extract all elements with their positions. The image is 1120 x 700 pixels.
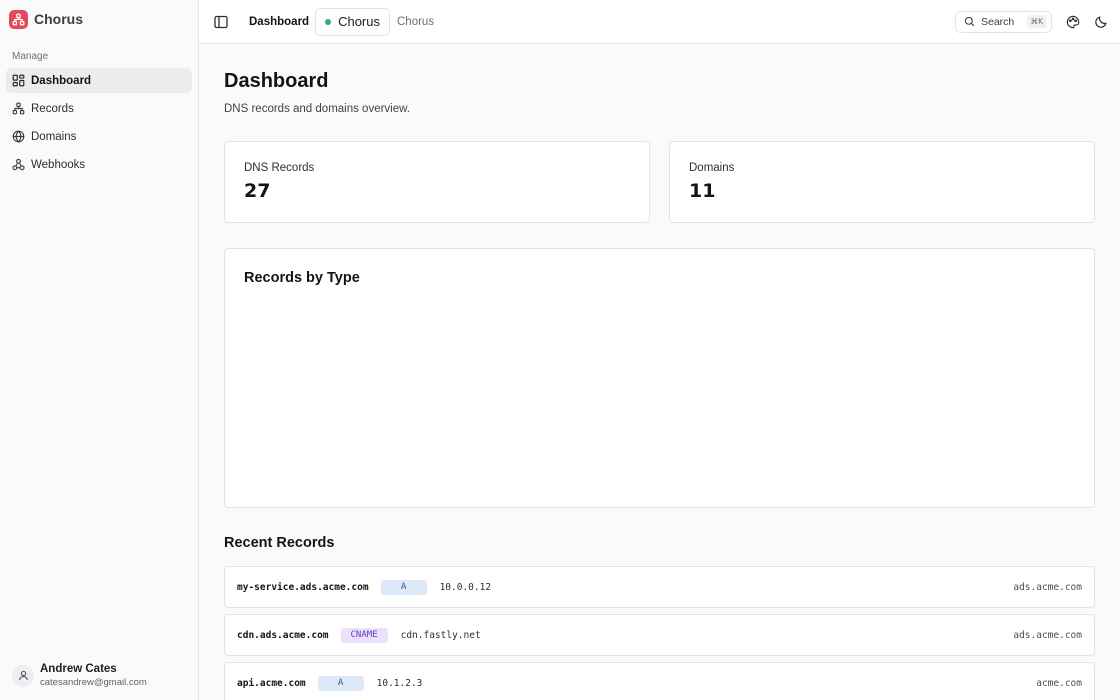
sidebar-item-records[interactable]: Records	[6, 96, 192, 121]
palette-icon[interactable]	[1066, 15, 1080, 29]
record-domain: ads.acme.com	[1013, 629, 1082, 641]
breadcrumb-project[interactable]: Chorus	[397, 16, 434, 28]
sidebar-toggle-icon[interactable]	[213, 14, 229, 30]
page-subtitle: DNS records and domains overview.	[224, 103, 410, 115]
app-shell: Chorus Manage Dashboard Records Domains …	[0, 0, 1120, 700]
user-profile[interactable]: Andrew Cates catesandrew@gmail.com	[12, 663, 147, 688]
search-button[interactable]: Search ⌘K	[955, 10, 1052, 33]
record-value: 10.0.0.12	[439, 581, 492, 593]
record-type-badge: A	[317, 675, 364, 691]
user-icon	[18, 670, 28, 681]
user-email: catesandrew@gmail.com	[40, 677, 147, 688]
record-type-badge: A	[380, 579, 427, 595]
network-icon	[12, 102, 25, 115]
sidebar-item-label: Records	[31, 102, 74, 115]
user-name: Andrew Cates	[40, 663, 117, 675]
main-area: Dashboard Chorus Chorus Search ⌘K Dashbo…	[199, 0, 1120, 700]
record-value: cdn.fastly.net	[400, 629, 481, 641]
chorus-logo-icon	[9, 9, 28, 29]
sidebar-nav: Dashboard Records Domains Webhooks	[0, 68, 198, 177]
grid-icon	[12, 74, 25, 87]
project-tab-label: Chorus	[338, 14, 380, 29]
recent-records-title: Recent Records	[224, 535, 335, 551]
chart-card-title: Records by Type	[244, 270, 360, 286]
table-row[interactable]: api.acme.com A 10.1.2.3 acme.com	[224, 662, 1095, 700]
sidebar-item-dashboard[interactable]: Dashboard	[6, 68, 192, 93]
search-shortcut: ⌘K	[1026, 15, 1047, 28]
dashboard-content: Dashboard DNS records and domains overvi…	[199, 44, 1120, 700]
stat-label: Domains	[689, 162, 735, 174]
moon-icon[interactable]	[1094, 15, 1108, 29]
record-domain: acme.com	[1036, 677, 1082, 689]
record-domain: ads.acme.com	[1013, 581, 1082, 593]
project-status-dot	[325, 18, 332, 25]
record-name: api.acme.com	[237, 677, 306, 689]
sidebar-item-label: Domains	[31, 130, 77, 143]
stat-value: 27	[244, 180, 271, 202]
section-label-manage: Manage	[12, 51, 49, 62]
stats-row: DNS Records 27 Domains 11	[224, 141, 1095, 223]
app-name: Chorus	[34, 11, 83, 27]
breadcrumb-current-page[interactable]: Dashboard	[249, 16, 309, 28]
sidebar-item-webhooks[interactable]: Webhooks	[6, 152, 192, 177]
sidebar-item-label: Webhooks	[31, 158, 86, 171]
project-tab[interactable]: Chorus	[315, 7, 390, 36]
stat-label: DNS Records	[244, 162, 315, 174]
page-title: Dashboard	[224, 70, 329, 92]
record-value: 10.1.2.3	[376, 677, 423, 689]
search-icon	[964, 16, 975, 27]
record-name: my-service.ads.acme.com	[237, 581, 369, 593]
sidebar: Chorus Manage Dashboard Records Domains …	[0, 0, 199, 700]
record-type-badge: CNAME	[340, 627, 388, 643]
avatar	[12, 664, 34, 687]
table-row[interactable]: cdn.ads.acme.com CNAME cdn.fastly.net ad…	[224, 614, 1095, 656]
stat-value: 11	[689, 180, 716, 202]
sidebar-item-label: Dashboard	[31, 74, 92, 87]
recent-records-list: my-service.ads.acme.com A 10.0.0.12 ads.…	[224, 566, 1095, 700]
webhook-icon	[12, 158, 25, 171]
stat-card-domains: Domains 11	[669, 141, 1095, 223]
record-name: cdn.ads.acme.com	[237, 629, 329, 641]
stat-card-dns-records: DNS Records 27	[224, 141, 650, 223]
table-row[interactable]: my-service.ads.acme.com A 10.0.0.12 ads.…	[224, 566, 1095, 608]
search-label: Search	[981, 15, 1015, 28]
globe-icon	[12, 130, 25, 143]
topbar: Dashboard Chorus Chorus Search ⌘K	[199, 0, 1120, 44]
sidebar-item-domains[interactable]: Domains	[6, 124, 192, 149]
records-by-type-card: Records by Type	[224, 248, 1095, 508]
brand[interactable]: Chorus	[0, 0, 198, 38]
